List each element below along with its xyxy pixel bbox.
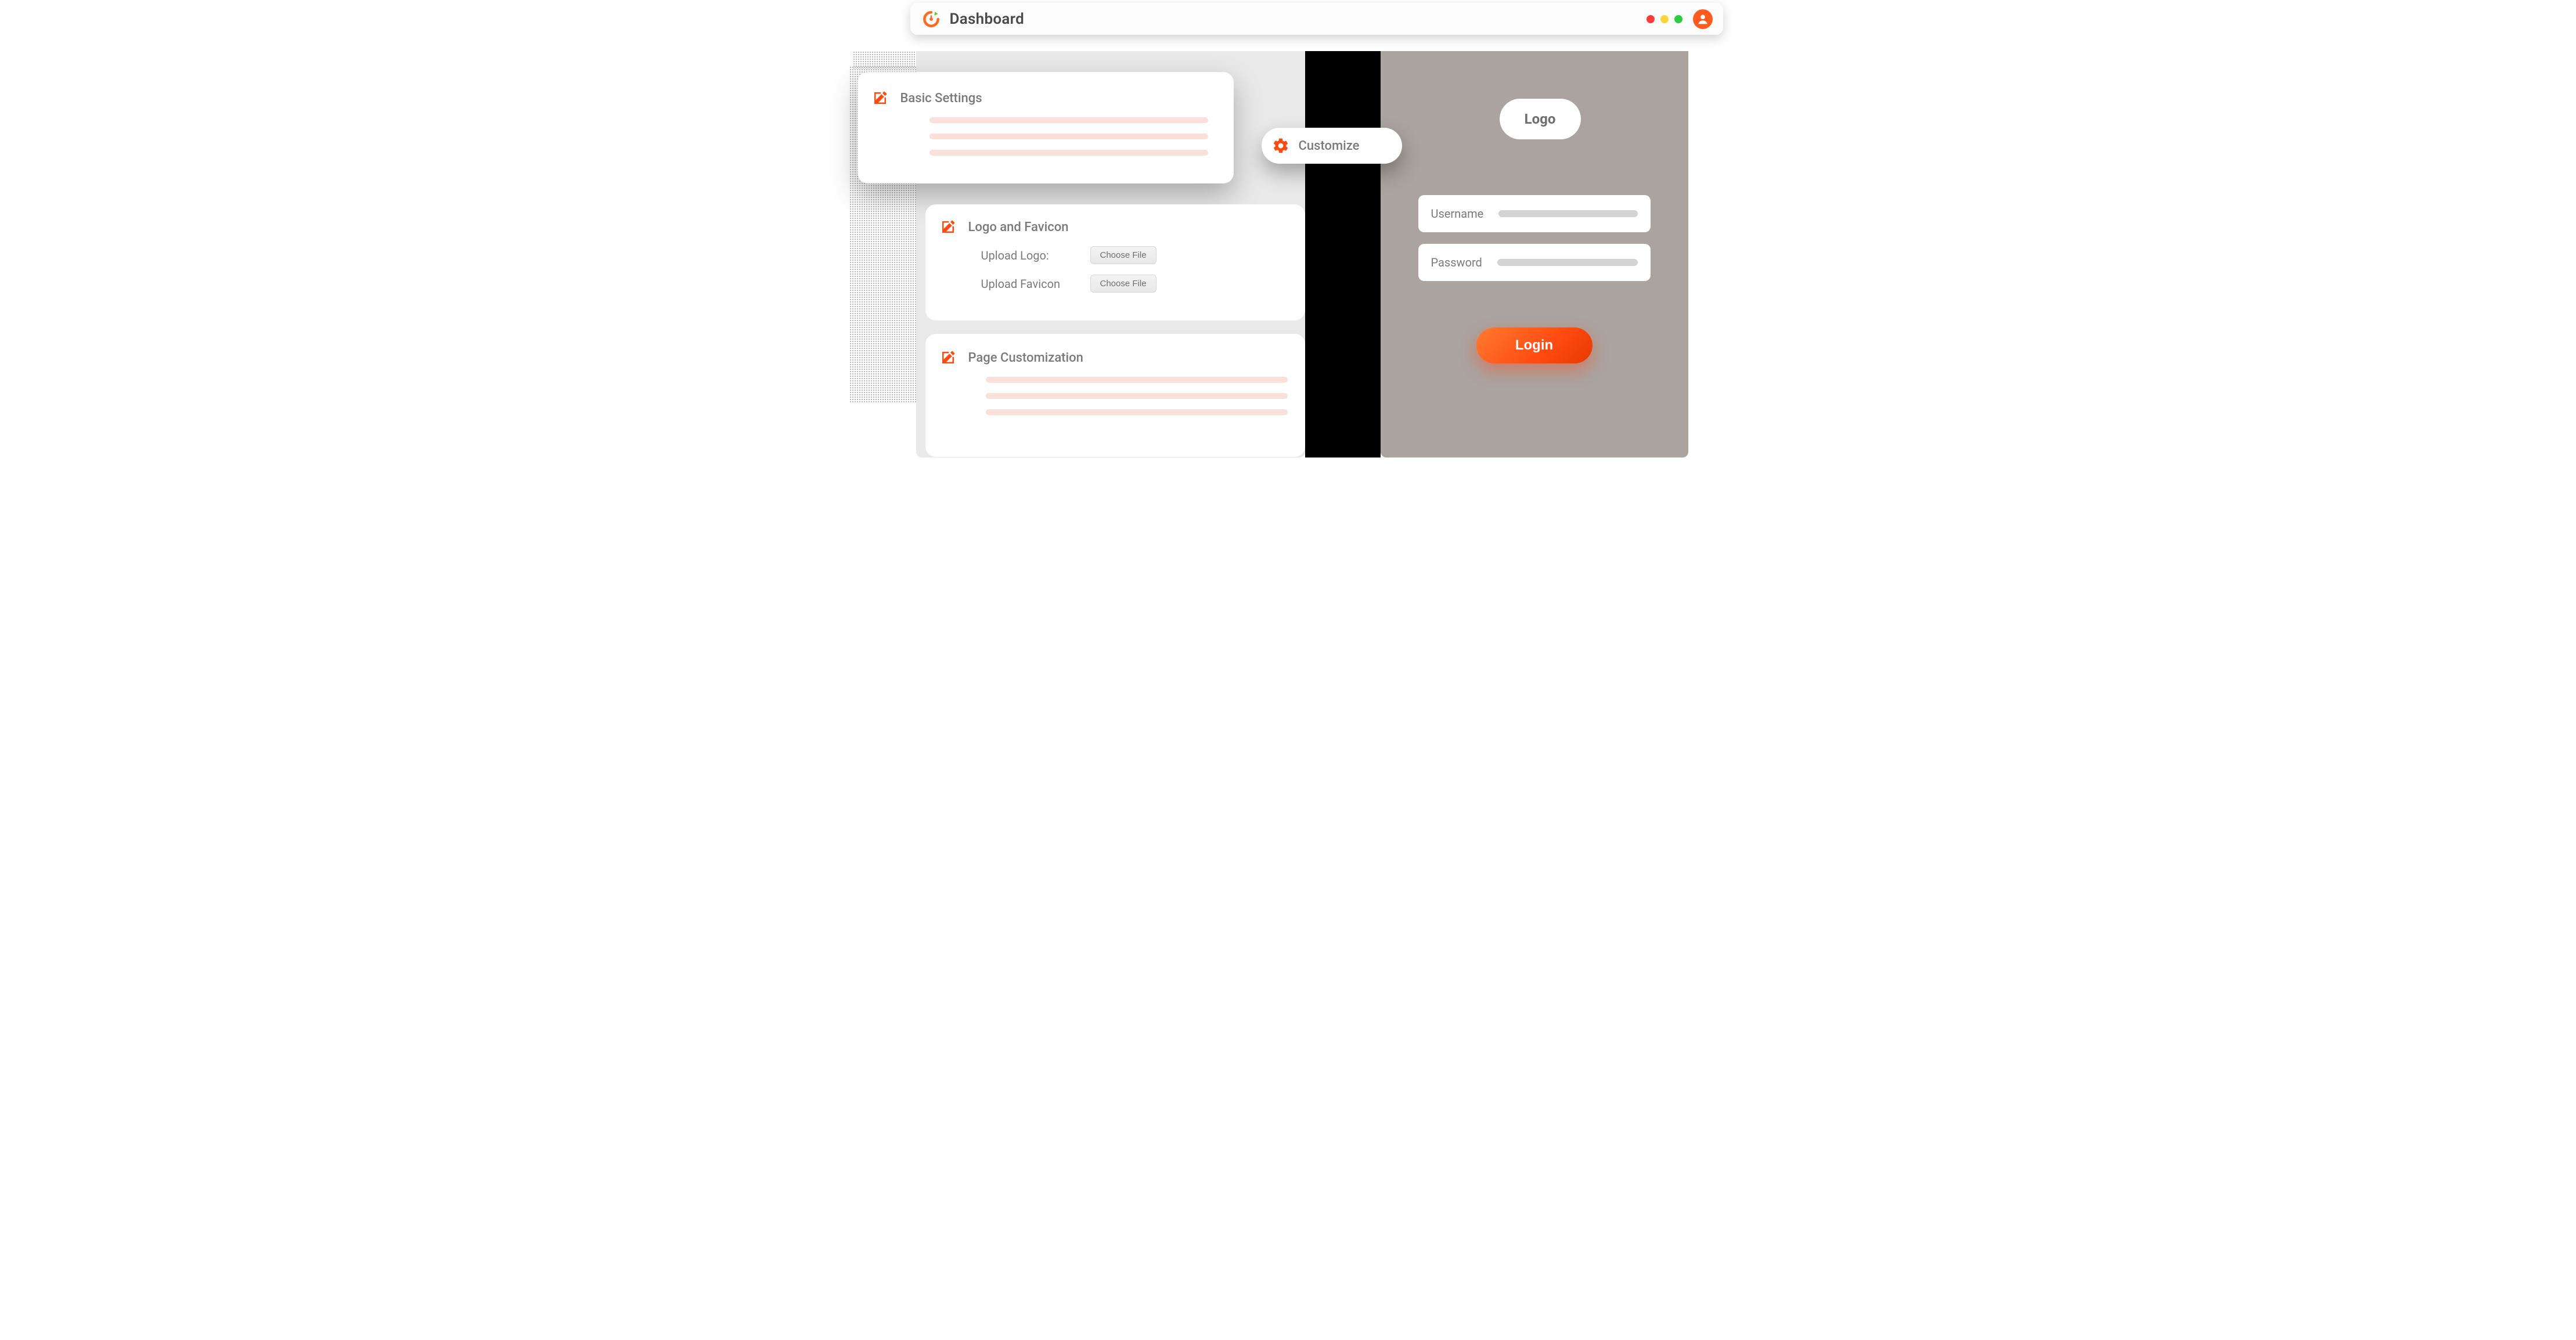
customize-label: Customize xyxy=(1299,139,1360,153)
gear-icon xyxy=(1272,137,1289,154)
skeleton-line xyxy=(986,393,1288,399)
upload-favicon-row: Upload Favicon Choose File xyxy=(981,275,1291,293)
username-input-placeholder[interactable] xyxy=(1498,210,1637,217)
card-basic-settings: Basic Settings xyxy=(858,72,1234,183)
skeleton-lines xyxy=(871,117,1210,156)
skeleton-line xyxy=(929,150,1208,156)
choose-file-favicon-button[interactable]: Choose File xyxy=(1090,275,1157,293)
upload-logo-label: Upload Logo: xyxy=(981,248,1076,262)
window-controls xyxy=(1647,15,1682,23)
card-logo-favicon: Logo and Favicon Upload Logo: Choose Fil… xyxy=(925,204,1305,320)
username-field[interactable]: Username xyxy=(1418,195,1651,232)
choose-file-logo-button[interactable]: Choose File xyxy=(1090,246,1157,264)
skeleton-line xyxy=(986,409,1288,415)
password-label: Password xyxy=(1431,255,1482,269)
window-bar: Dashboard xyxy=(910,3,1723,35)
password-input-placeholder[interactable] xyxy=(1497,259,1638,266)
skeleton-line xyxy=(929,134,1208,139)
brand-logo-icon xyxy=(921,9,942,30)
edit-icon xyxy=(939,218,957,236)
upload-logo-row: Upload Logo: Choose File xyxy=(981,246,1291,264)
password-field[interactable]: Password xyxy=(1418,244,1651,281)
skeleton-line xyxy=(929,117,1208,123)
window-minimize-dot[interactable] xyxy=(1660,15,1669,23)
card-title-basic: Basic Settings xyxy=(900,91,982,106)
divider-black xyxy=(1305,51,1381,458)
edit-icon xyxy=(939,349,957,366)
card-title-logo-favicon: Logo and Favicon xyxy=(968,220,1069,235)
card-page-customization: Page Customization xyxy=(925,334,1305,457)
logo-placeholder: Logo xyxy=(1500,99,1581,139)
card-title-page-customization: Page Customization xyxy=(968,351,1083,365)
customize-button[interactable]: Customize xyxy=(1262,128,1402,164)
skeleton-line xyxy=(986,377,1288,383)
upload-favicon-label: Upload Favicon xyxy=(981,277,1076,291)
login-button[interactable]: Login xyxy=(1476,327,1593,363)
page-title: Dashboard xyxy=(950,10,1025,28)
username-label: Username xyxy=(1431,207,1484,221)
window-close-dot[interactable] xyxy=(1647,15,1655,23)
edit-icon xyxy=(871,89,889,107)
avatar[interactable] xyxy=(1693,9,1713,29)
window-maximize-dot[interactable] xyxy=(1674,15,1682,23)
skeleton-lines xyxy=(939,377,1284,415)
